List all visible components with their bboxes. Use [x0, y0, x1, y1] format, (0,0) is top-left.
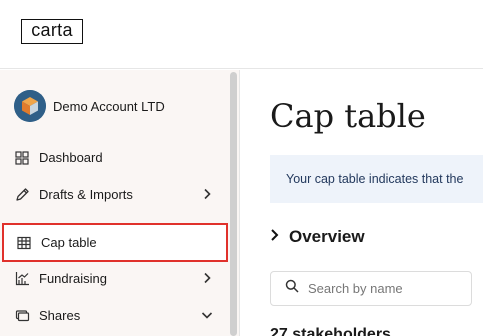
sidebar: Demo Account LTD Dashboard Drafts & Impo… [0, 70, 240, 336]
sidebar-item-drafts-imports[interactable]: Drafts & Imports [0, 176, 228, 213]
overview-heading: Overview [289, 227, 365, 246]
dashboard-grid-icon [14, 150, 30, 166]
sidebar-item-fundraising[interactable]: Fundraising [0, 260, 228, 297]
carta-logo[interactable]: carta [21, 19, 83, 44]
search-placeholder: Search by name [308, 281, 403, 296]
sidebar-item-label: Cap table [41, 235, 97, 250]
sidebar-item-dashboard[interactable]: Dashboard [0, 139, 228, 176]
account-switcher[interactable]: Demo Account LTD [14, 90, 165, 122]
chevron-down-icon [200, 308, 214, 322]
sidebar-scrollbar[interactable] [230, 72, 237, 336]
chevron-right-icon [200, 271, 214, 285]
search-input[interactable]: Search by name [270, 271, 472, 306]
chevron-right-icon [200, 187, 214, 201]
company-avatar-icon [14, 90, 46, 122]
chevron-right-icon [269, 228, 281, 247]
pencil-icon [14, 187, 30, 203]
sidebar-item-cap-table[interactable]: Cap table [2, 223, 228, 262]
page-title: Cap table [270, 97, 426, 135]
sidebar-item-label: Fundraising [39, 271, 107, 286]
search-icon [285, 279, 299, 298]
main-content: Cap table Your cap table indicates that … [241, 70, 483, 336]
account-name: Demo Account LTD [53, 98, 165, 114]
sidebar-item-label: Shares [39, 308, 81, 323]
stakeholders-heading: 27 stakeholders [270, 326, 391, 336]
top-bar: carta [0, 0, 483, 69]
banner-text: Your cap table indicates that the [286, 172, 464, 186]
sidebar-item-label: Drafts & Imports [39, 187, 133, 202]
table-icon [16, 235, 32, 251]
chart-icon [14, 271, 30, 287]
shares-icon [14, 308, 30, 324]
info-banner: Your cap table indicates that the [270, 155, 483, 203]
sidebar-item-shares[interactable]: Shares [0, 297, 228, 334]
overview-toggle[interactable]: Overview [269, 227, 365, 247]
sidebar-item-label: Dashboard [39, 150, 103, 165]
